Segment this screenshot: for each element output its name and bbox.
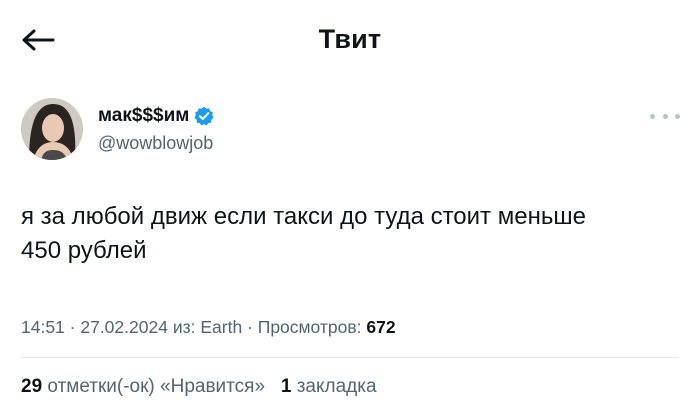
tweet-time[interactable]: 14:51 bbox=[21, 317, 65, 337]
separator: · bbox=[64, 317, 81, 337]
source-prefix: из: bbox=[167, 317, 201, 337]
display-name[interactable]: мак$$$им bbox=[98, 105, 189, 127]
likes-count: 29 bbox=[21, 376, 43, 397]
tweet-text-line: я за любой движ если такси до туда стоит… bbox=[21, 203, 586, 230]
page-title: Твит bbox=[318, 24, 382, 54]
dot bbox=[662, 113, 668, 119]
user-handle[interactable]: @wowblowjob bbox=[98, 133, 214, 154]
views-label: Просмотров: bbox=[257, 317, 367, 337]
tweet-date[interactable]: 27.02.2024 bbox=[80, 317, 168, 337]
tweet-text: я за любой движ если такси до туда стоит… bbox=[21, 200, 681, 268]
tweet-source: Earth bbox=[200, 317, 243, 337]
user-info: мак$$$им @wowblowjob bbox=[98, 103, 214, 154]
avatar[interactable] bbox=[21, 98, 83, 160]
dot bbox=[675, 113, 680, 119]
divider bbox=[21, 357, 679, 358]
views-count: 672 bbox=[366, 317, 396, 337]
likes-label: отметки(-ок) «Нравится» bbox=[47, 376, 266, 397]
tweet-meta: 14:51 · 27.02.2024 из: Earth · Просмотро… bbox=[21, 317, 396, 338]
bookmarks-count: 1 bbox=[280, 376, 292, 397]
bookmarks-label: закладка bbox=[296, 376, 377, 397]
avatar-image bbox=[21, 98, 83, 160]
tweet-text-line: 450 рублей bbox=[21, 237, 147, 264]
likes-stat[interactable]: 29 отметки(-ок) «Нравится» bbox=[21, 376, 265, 397]
more-options-icon[interactable] bbox=[650, 108, 680, 124]
display-name-row: мак$$$им bbox=[98, 103, 214, 129]
top-bar: Твит bbox=[0, 0, 700, 80]
engagement-stats: 29 отметки(-ок) «Нравится» 1 закладка bbox=[21, 376, 377, 398]
dot bbox=[650, 113, 655, 119]
verified-badge-icon[interactable] bbox=[194, 106, 214, 126]
bookmarks-stat[interactable]: 1 закладка bbox=[281, 376, 377, 397]
separator: · bbox=[242, 317, 258, 337]
